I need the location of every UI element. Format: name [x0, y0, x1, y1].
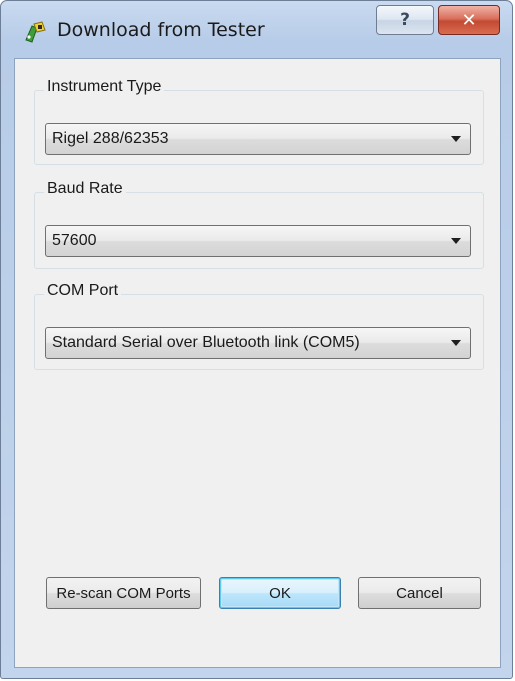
chevron-down-icon	[451, 136, 461, 142]
baud-rate-value: 57600	[52, 232, 97, 249]
window-title: Download from Tester	[57, 19, 265, 41]
instrument-type-group: Instrument Type Rigel 288/62353	[34, 78, 484, 165]
baud-rate-dropdown[interactable]: 57600	[45, 225, 471, 257]
instrument-type-dropdown[interactable]: Rigel 288/62353	[45, 123, 471, 155]
rescan-com-ports-button[interactable]: Re-scan COM Ports	[46, 577, 201, 609]
help-button[interactable]: ?	[376, 5, 434, 35]
help-icon: ?	[400, 10, 410, 30]
tester-app-icon	[23, 20, 47, 44]
baud-rate-label: Baud Rate	[44, 180, 126, 198]
chevron-down-icon	[451, 238, 461, 244]
com-port-dropdown[interactable]: Standard Serial over Bluetooth link (COM…	[45, 327, 471, 359]
close-icon: ✕	[461, 9, 477, 31]
com-port-label: COM Port	[44, 282, 122, 300]
com-port-group: COM Port Standard Serial over Bluetooth …	[34, 282, 484, 370]
baud-rate-group: Baud Rate 57600	[34, 180, 484, 269]
dialog-body: Instrument Type Rigel 288/62353 Baud Rat…	[14, 58, 501, 668]
instrument-type-label: Instrument Type	[44, 78, 165, 96]
title-bar[interactable]: Download from Tester ? ✕	[1, 1, 512, 61]
chevron-down-icon	[451, 340, 461, 346]
instrument-type-value: Rigel 288/62353	[52, 130, 169, 147]
com-port-value: Standard Serial over Bluetooth link (COM…	[52, 334, 360, 351]
cancel-button[interactable]: Cancel	[358, 577, 481, 609]
close-button[interactable]: ✕	[438, 5, 500, 35]
ok-button[interactable]: OK	[219, 577, 341, 609]
dialog-window: Download from Tester ? ✕ Instrument Type…	[0, 0, 513, 679]
